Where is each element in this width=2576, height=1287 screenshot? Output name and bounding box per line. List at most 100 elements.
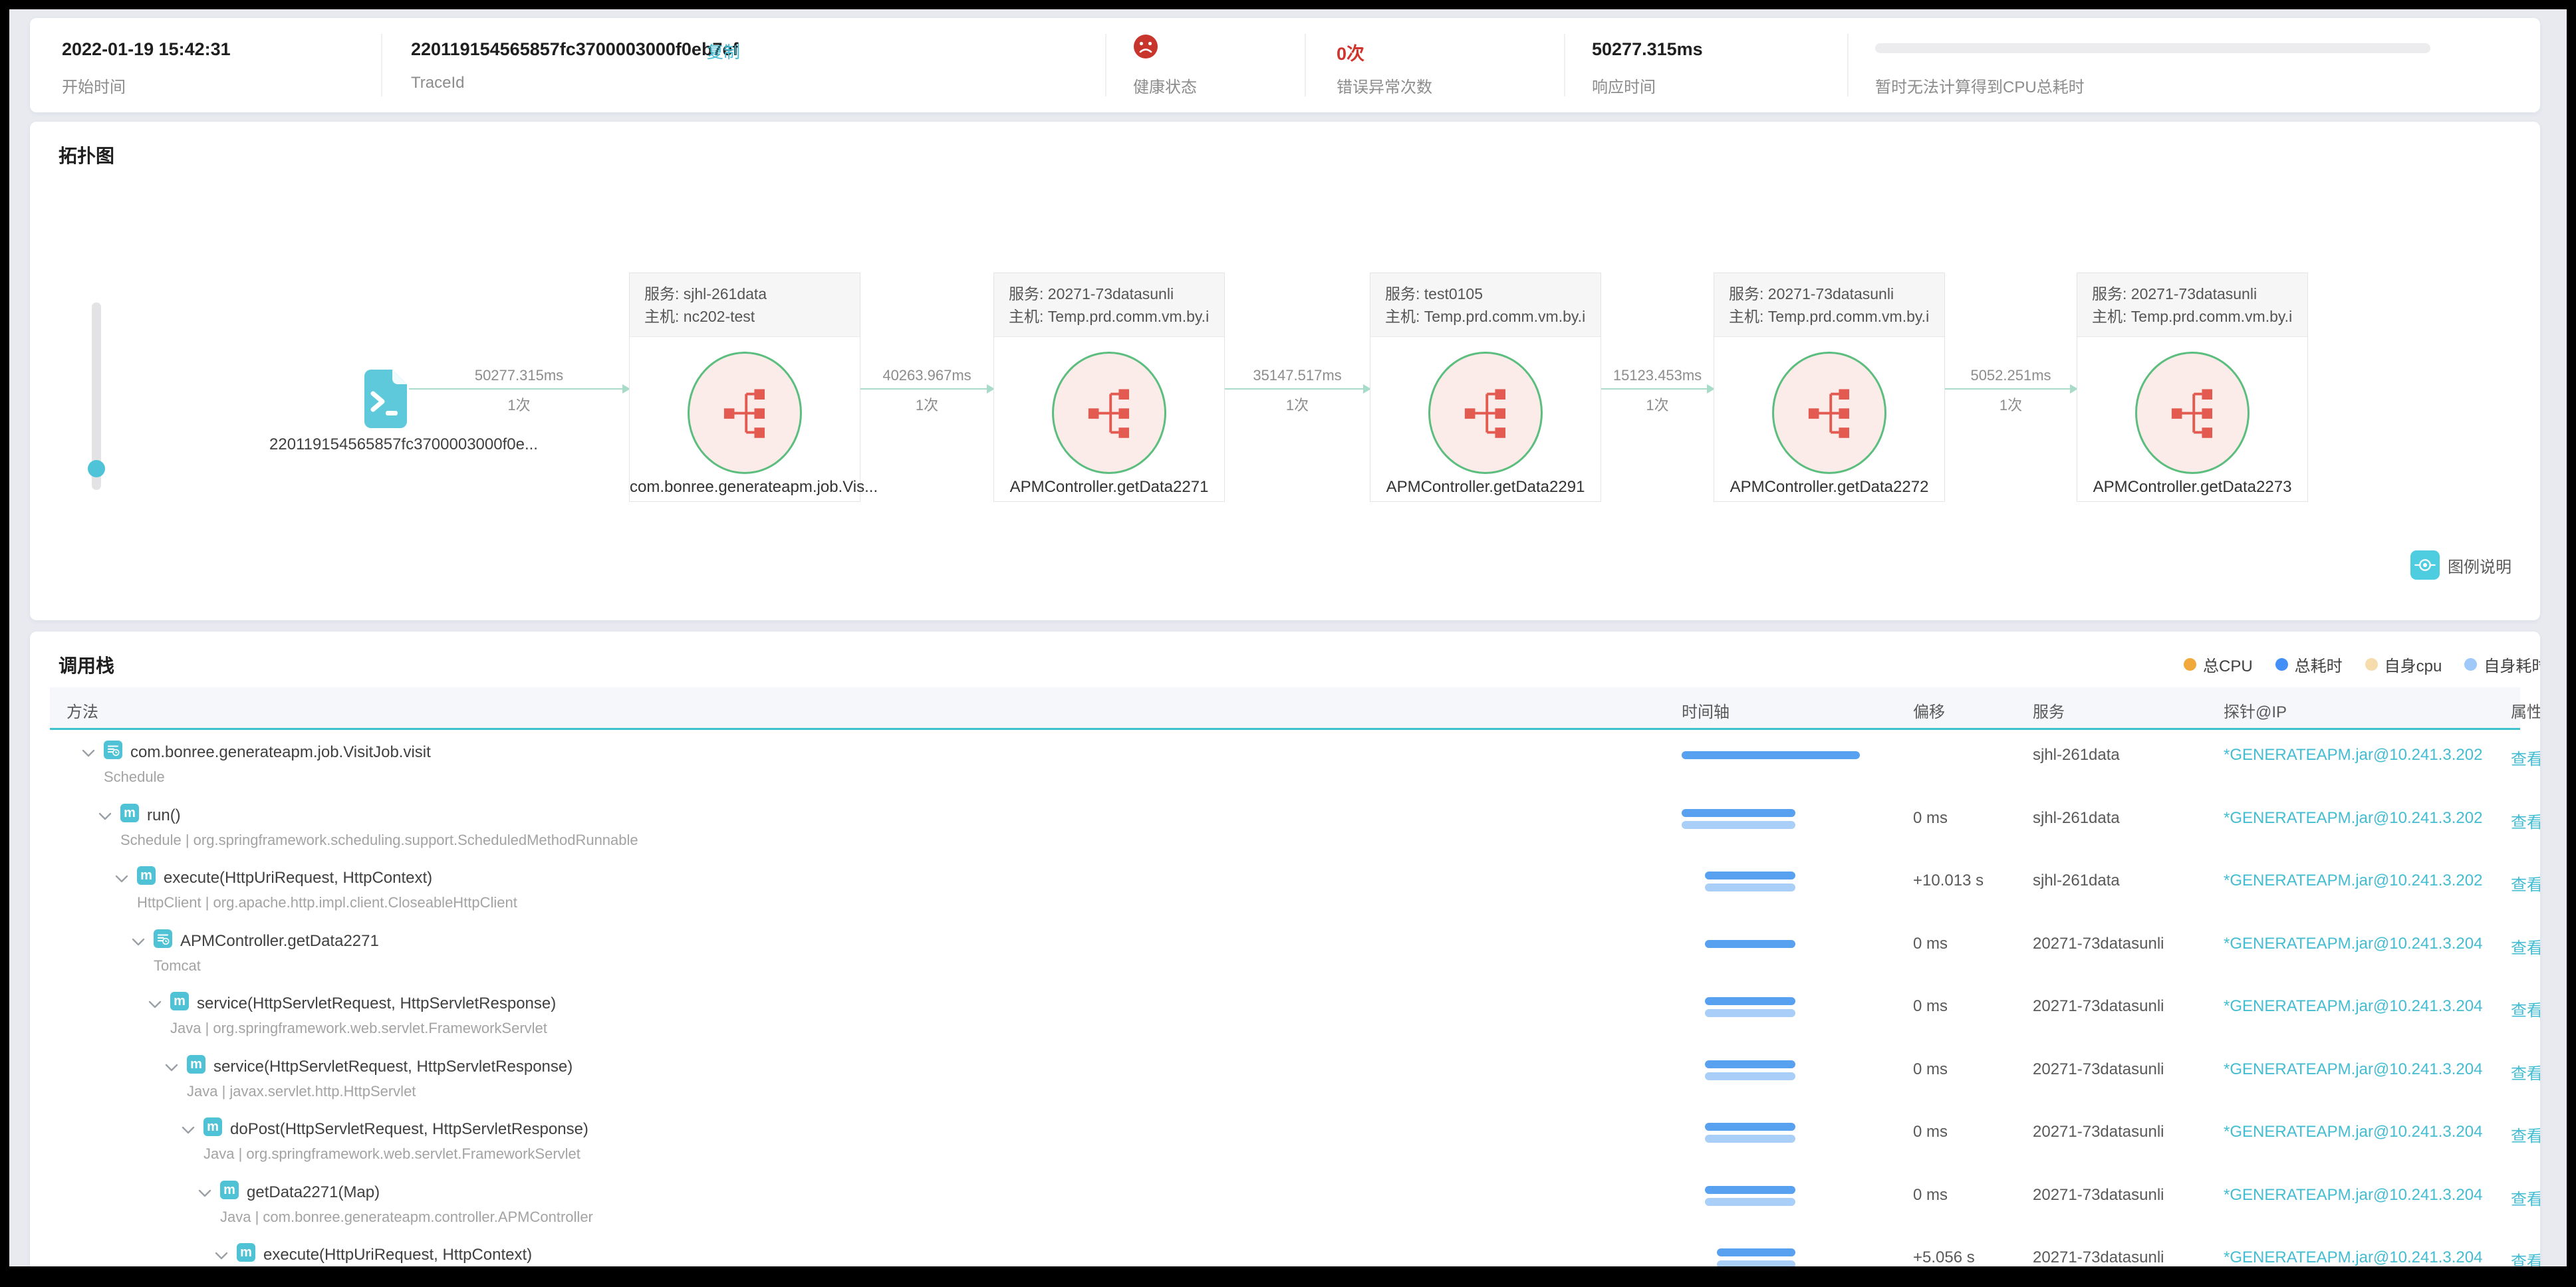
- topology-service-node[interactable]: 服务: 20271-73datasunli 主机: Temp.prd.comm.…: [2077, 273, 2308, 502]
- timeline-bars: [1682, 1178, 1868, 1215]
- row-type-icon: m: [220, 1180, 239, 1199]
- total-time-bar: [1705, 872, 1795, 879]
- probe-ip-link[interactable]: *GENERATEAPM.jar@10.241.3.202: [2224, 872, 2482, 890]
- trace-entry-script-icon[interactable]: [364, 369, 407, 429]
- start-time-value: 2022-01-19 15:42:31: [62, 39, 231, 59]
- total-time-bar: [1705, 997, 1795, 1005]
- edge-arrow-line: [1225, 384, 1371, 394]
- start-time-label: 开始时间: [62, 78, 126, 96]
- method-name[interactable]: doPost(HttpServletRequest, HttpServletRe…: [230, 1120, 588, 1139]
- node-service-label: 服务: sjhl-261data: [644, 285, 767, 302]
- call-stack-row: m run() Schedule | org.springframework.s…: [50, 794, 2540, 858]
- page: 2022-01-19 15:42:31 开始时间 220119154565857…: [9, 9, 2567, 1266]
- service-instance-icon[interactable]: [1052, 352, 1166, 474]
- legend-color-dot: [2365, 658, 2378, 671]
- health-status-label: 健康状态: [1133, 78, 1197, 96]
- probe-ip-link[interactable]: *GENERATEAPM.jar@10.241.3.204: [2224, 1248, 2482, 1266]
- node-host-label: 主机: Temp.prd.comm.vm.by.idc.b...: [1729, 308, 1930, 325]
- call-stack-row: m service(HttpServletRequest, HttpServle…: [50, 1046, 2540, 1109]
- call-stack-row: m doPost(HttpServletRequest, HttpServlet…: [50, 1108, 2540, 1171]
- edge-arrow-line: [1945, 384, 2078, 394]
- call-stack-table-header: 方法 时间轴 偏移 服务 探针@IP 属性: [50, 687, 2540, 730]
- method-name[interactable]: service(HttpServletRequest, HttpServletR…: [197, 994, 556, 1013]
- error-count-value: 0次: [1337, 44, 1365, 64]
- chevron-down-icon[interactable]: [98, 812, 112, 821]
- legend-item: 总耗时: [2275, 653, 2343, 676]
- trace-id-label: TraceId: [411, 74, 465, 92]
- topology-service-node[interactable]: 服务: test0105 主机: Temp.prd.comm.vm.by.idc…: [1370, 273, 1601, 502]
- node-service-label: 服务: test0105: [1385, 285, 1483, 302]
- timeline-bars: [1682, 738, 1868, 775]
- timeline-bars: [1682, 864, 1868, 901]
- method-name[interactable]: service(HttpServletRequest, HttpServletR…: [213, 1058, 573, 1076]
- zoom-slider-handle[interactable]: [88, 460, 105, 477]
- method-name[interactable]: getData2271(Map): [247, 1183, 380, 1202]
- edge-count-label: 1次: [1646, 397, 1669, 413]
- method-name[interactable]: com.bonree.generateapm.job.VisitJob.visi…: [130, 743, 431, 762]
- topology-edge: 15123.453ms 1次: [1601, 352, 1715, 429]
- node-header: 服务: test0105 主机: Temp.prd.comm.vm.by.idc…: [1370, 273, 1601, 337]
- network-hierarchy-icon: [1088, 389, 1129, 438]
- method-name[interactable]: execute(HttpUriRequest, HttpContext): [164, 869, 432, 887]
- view-attribute-link[interactable]: 查看: [2511, 872, 2540, 895]
- probe-ip-link[interactable]: *GENERATEAPM.jar@10.241.3.204: [2224, 935, 2482, 953]
- column-attribute: 属性: [2511, 703, 2540, 721]
- total-time-bar: [1705, 1123, 1795, 1131]
- probe-ip-link[interactable]: *GENERATEAPM.jar@10.241.3.204: [2224, 1123, 2482, 1141]
- self-time-bar: [1717, 1260, 1795, 1266]
- method-icon: m: [190, 1056, 202, 1072]
- view-attribute-link[interactable]: 查看: [2511, 1186, 2540, 1209]
- copy-trace-id-button[interactable]: 复制: [707, 39, 740, 63]
- method-icon: m: [240, 1245, 252, 1260]
- node-header: 服务: sjhl-261data 主机: nc202-test: [630, 273, 860, 337]
- probe-ip-link[interactable]: *GENERATEAPM.jar@10.241.3.204: [2224, 997, 2482, 1016]
- self-time-bar: [1705, 1197, 1795, 1206]
- row-type-icon: m: [203, 1117, 222, 1136]
- topology-service-node[interactable]: 服务: 20271-73datasunli 主机: Temp.prd.comm.…: [993, 273, 1225, 502]
- chevron-down-icon[interactable]: [181, 1125, 195, 1135]
- topology-service-node[interactable]: 服务: 20271-73datasunli 主机: Temp.prd.comm.…: [1714, 273, 1945, 502]
- probe-ip-link[interactable]: *GENERATEAPM.jar@10.241.3.202: [2224, 809, 2482, 828]
- chevron-down-icon[interactable]: [197, 1189, 212, 1198]
- view-attribute-link[interactable]: 查看: [2511, 809, 2540, 832]
- chevron-down-icon[interactable]: [131, 937, 146, 947]
- call-stack-row: m service(HttpServletRequest, HttpServle…: [50, 983, 2540, 1046]
- service-instance-icon[interactable]: [1772, 352, 1886, 474]
- node-method-label: APMController.getData2271: [1009, 478, 1209, 496]
- node-method-label: APMController.getData2273: [2093, 478, 2292, 496]
- topology-legend-button[interactable]: 图例说明: [2410, 550, 2512, 580]
- method-icon: m: [174, 994, 186, 1008]
- method-detail: Java | javax.servlet.http.HttpServlet: [187, 1082, 416, 1100]
- view-attribute-link[interactable]: 查看: [2511, 1248, 2540, 1266]
- service-instance-icon[interactable]: [2135, 352, 2250, 474]
- chevron-down-icon[interactable]: [164, 1063, 179, 1072]
- chevron-down-icon[interactable]: [148, 1000, 162, 1009]
- chevron-down-icon[interactable]: [214, 1251, 229, 1260]
- node-service-label: 服务: 20271-73datasunli: [1729, 285, 1894, 302]
- total-time-bar: [1717, 1248, 1795, 1256]
- method-name[interactable]: APMController.getData2271: [180, 932, 379, 951]
- node-method-label: com.bonree.generateapm.job.Vis...: [630, 478, 878, 496]
- method-name[interactable]: execute(HttpUriRequest, HttpContext): [263, 1246, 532, 1264]
- method-name[interactable]: run(): [147, 806, 181, 825]
- probe-ip-link[interactable]: *GENERATEAPM.jar@10.241.3.204: [2224, 1186, 2482, 1205]
- node-host-label: 主机: Temp.prd.comm.vm.by.idc.b...: [2092, 308, 2293, 325]
- view-attribute-link[interactable]: 查看: [2511, 1060, 2540, 1084]
- view-attribute-link[interactable]: 查看: [2511, 746, 2540, 769]
- service-instance-icon[interactable]: [688, 352, 802, 474]
- chevron-down-icon[interactable]: [114, 874, 129, 883]
- probe-ip-link[interactable]: *GENERATEAPM.jar@10.241.3.202: [2224, 746, 2482, 764]
- probe-ip-link[interactable]: *GENERATEAPM.jar@10.241.3.204: [2224, 1060, 2482, 1079]
- node-header: 服务: 20271-73datasunli 主机: Temp.prd.comm.…: [2077, 273, 2307, 337]
- view-attribute-link[interactable]: 查看: [2511, 1123, 2540, 1146]
- row-type-icon: m: [137, 866, 156, 885]
- network-hierarchy-icon: [1808, 389, 1849, 438]
- call-stack-row: com.bonree.generateapm.job.VisitJob.visi…: [50, 731, 2540, 794]
- view-attribute-link[interactable]: 查看: [2511, 935, 2540, 958]
- topology-service-node[interactable]: 服务: sjhl-261data 主机: nc202-test com.bonr…: [629, 273, 878, 502]
- legend-color-dot: [2184, 658, 2196, 671]
- chevron-down-icon[interactable]: [81, 749, 96, 758]
- view-attribute-link[interactable]: 查看: [2511, 997, 2540, 1020]
- service-instance-icon[interactable]: [1428, 352, 1543, 474]
- method-detail: Tomcat: [154, 957, 201, 974]
